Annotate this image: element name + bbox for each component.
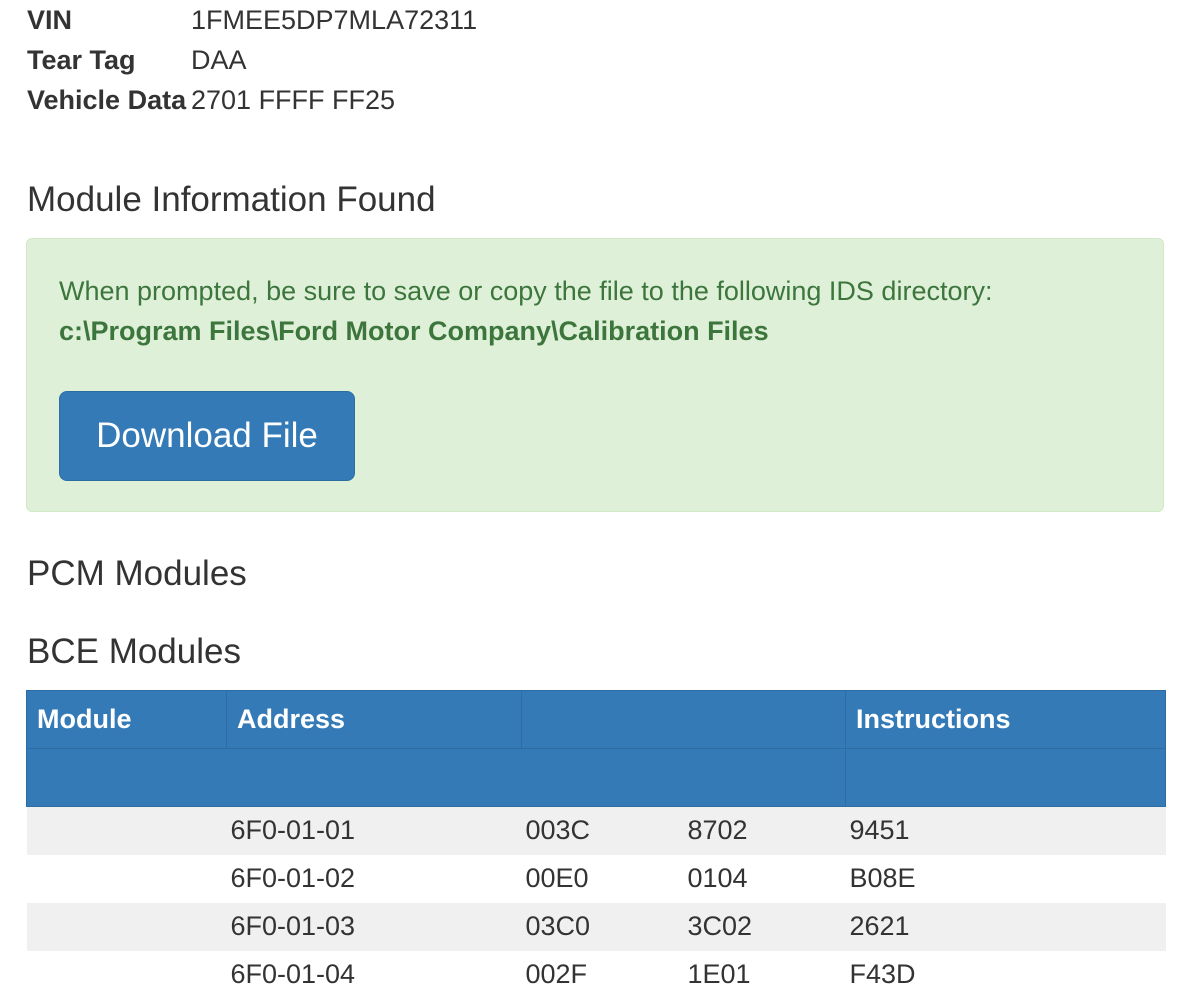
vehicle-info: VIN 1FMEE5DP7MLA72311 Tear Tag DAA Vehic… [27,0,627,120]
value1-cell: 002F [521,950,684,998]
vehicle-data-label: Vehicle Data [27,85,187,115]
table-row: 6F0-01-03 03C0 3C02 2621 [26,902,1166,951]
table-row: 6F0-01-04 002F 1E01 F43D [26,950,1166,998]
pcm-modules-heading: PCM Modules [27,554,247,593]
subheader-cell-instructions [845,748,1166,807]
column-header-module: Module [26,690,227,749]
vehicle-data-value: 2701 FFFF FF25 [191,85,396,115]
table-subheader-row [26,748,1166,807]
download-alert: When prompted, be sure to save or copy t… [26,238,1164,512]
address-cell: 6F0-01-01 [226,806,522,855]
value1-cell: 00E0 [521,854,684,903]
module-info-heading: Module Information Found [27,180,436,219]
address-cell: 6F0-01-02 [226,854,522,903]
module-cell [26,950,227,998]
value2-cell: 3C02 [683,902,846,951]
value2-cell: 1E01 [683,950,846,998]
vin-label: VIN [27,5,73,35]
tear-tag-row: Tear Tag DAA [27,40,627,80]
instructions-cell: F43D [845,950,1166,998]
table-row: 6F0-01-02 00E0 0104 B08E [26,854,1166,903]
address-cell: 6F0-01-03 [226,902,522,951]
bce-modules-table: Module Address Instructions 6F0-01-01 00… [26,690,1166,998]
value2-cell: 8702 [683,806,846,855]
bce-modules-heading: BCE Modules [27,632,241,671]
table-header-row: Module Address Instructions [26,690,1166,749]
vin-value: 1FMEE5DP7MLA72311 [191,5,478,35]
subheader-cell [26,748,846,807]
instructions-cell: B08E [845,854,1166,903]
value1-cell: 03C0 [521,902,684,951]
column-header-instructions: Instructions [845,690,1166,749]
download-file-button[interactable]: Download File [59,391,355,481]
module-cell [26,902,227,951]
vin-row: VIN 1FMEE5DP7MLA72311 [27,0,627,40]
value2-cell: 0104 [683,854,846,903]
table-row: 6F0-01-01 003C 8702 9451 [26,806,1166,855]
page: VIN 1FMEE5DP7MLA72311 Tear Tag DAA Vehic… [0,0,1192,998]
tear-tag-value: DAA [191,45,247,75]
module-cell [26,854,227,903]
module-cell [26,806,227,855]
column-header-address: Address [226,690,522,749]
ids-directory-path: c:\Program Files\Ford Motor Company\Cali… [59,316,769,346]
instructions-cell: 9451 [845,806,1166,855]
instructions-cell: 2621 [845,902,1166,951]
address-cell: 6F0-01-04 [226,950,522,998]
tear-tag-label: Tear Tag [27,45,136,75]
column-header-blank [521,690,846,749]
value1-cell: 003C [521,806,684,855]
alert-instruction: When prompted, be sure to save or copy t… [59,276,993,306]
vehicle-data-row: Vehicle Data 2701 FFFF FF25 [27,80,627,120]
